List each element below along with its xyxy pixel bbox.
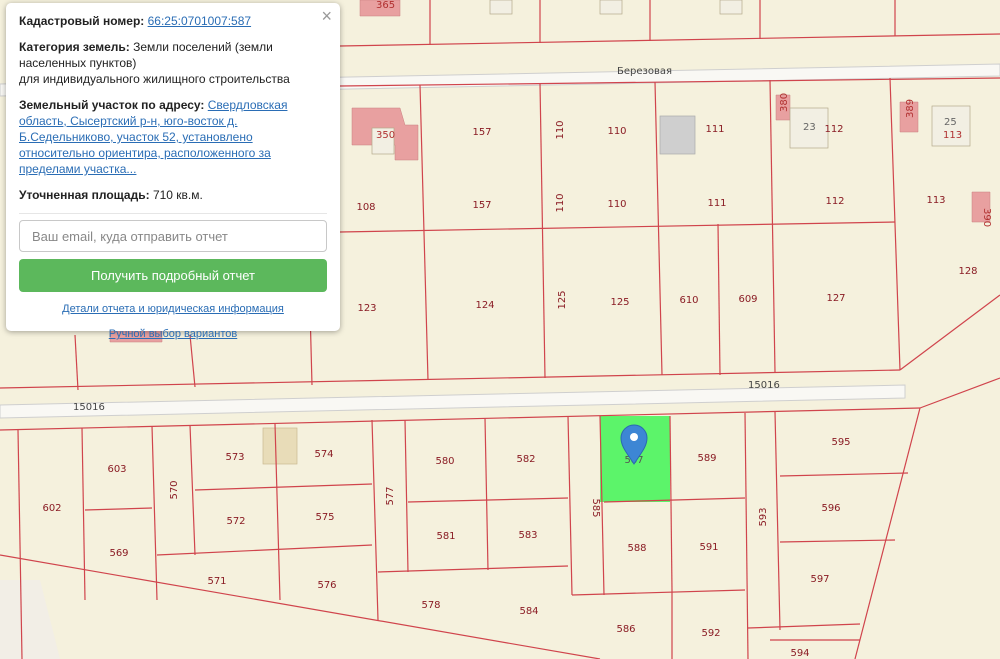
plot-label: 597 bbox=[810, 574, 829, 585]
plot-label: 124 bbox=[475, 300, 494, 311]
close-icon[interactable]: × bbox=[321, 7, 332, 25]
report-details-link[interactable]: Детали отчета и юридическая информация bbox=[62, 303, 284, 315]
plot-label: 577 bbox=[385, 486, 396, 505]
plot-label: 111 bbox=[705, 124, 724, 135]
area-row: Уточненная площадь: 710 кв.м. bbox=[19, 187, 327, 203]
road-label: Березовая bbox=[617, 66, 672, 77]
area-label: Уточненная площадь: bbox=[19, 188, 150, 202]
category-label: Категория земель: bbox=[19, 40, 130, 54]
plot-label: 113 bbox=[926, 195, 945, 206]
plot-label: 592 bbox=[701, 628, 720, 639]
plot-label: 595 bbox=[831, 437, 850, 448]
plot-label: 570 bbox=[169, 480, 180, 499]
plot-label: 596 bbox=[821, 503, 840, 514]
plot-label: 112 bbox=[824, 124, 843, 135]
plot-label: 110 bbox=[555, 120, 566, 139]
cadastral-row: Кадастровый номер: 66:25:0701007:587 bbox=[19, 13, 327, 29]
address-row: Земельный участок по адресу: Свердловска… bbox=[19, 97, 327, 177]
plot-label: 110 bbox=[607, 126, 626, 137]
plot-label: 573 bbox=[225, 452, 244, 463]
plot-label: 569 bbox=[109, 548, 128, 559]
plot-label: 585 bbox=[590, 498, 601, 517]
category-row: Категория земель: Земли поселений (земли… bbox=[19, 39, 327, 87]
building-label: 390 bbox=[981, 208, 992, 227]
plot-label: 586 bbox=[616, 624, 635, 635]
plot-label: 602 bbox=[42, 503, 61, 514]
plot-label: 123 bbox=[357, 303, 376, 314]
plot-label: 583 bbox=[518, 530, 537, 541]
plot-label: 111 bbox=[707, 198, 726, 209]
category-use: для индивидуального жилищного строительс… bbox=[19, 72, 290, 86]
plot-label: 112 bbox=[825, 196, 844, 207]
plot-label: 110 bbox=[555, 193, 566, 212]
building-label: 365 bbox=[376, 0, 395, 11]
building-label: 389 bbox=[905, 99, 916, 118]
cadastral-label: Кадастровый номер: bbox=[19, 14, 145, 28]
plot-label: 610 bbox=[679, 295, 698, 306]
plot-label: 108 bbox=[356, 202, 375, 213]
cadastral-number-link[interactable]: 66:25:0701007:587 bbox=[148, 14, 251, 28]
plot-label: 575 bbox=[315, 512, 334, 523]
building-label: 113 bbox=[943, 130, 962, 141]
plot-label: 125 bbox=[610, 297, 629, 308]
plot-label: 127 bbox=[826, 293, 845, 304]
plot-label: 110 bbox=[607, 199, 626, 210]
plot-label: 572 bbox=[226, 516, 245, 527]
plot-label: 589 bbox=[697, 453, 716, 464]
get-report-button[interactable]: Получить подробный отчет bbox=[19, 259, 327, 292]
building-label: 350 bbox=[376, 130, 395, 141]
plot-label: 593 bbox=[758, 507, 769, 526]
building-label: 380 bbox=[779, 93, 790, 112]
plot-label: 582 bbox=[516, 454, 535, 465]
plot-label: 584 bbox=[519, 606, 538, 617]
plot-label: 576 bbox=[317, 580, 336, 591]
plot-label: 591 bbox=[699, 542, 718, 553]
area-value: 710 кв.м. bbox=[152, 188, 203, 202]
plot-label: 574 bbox=[314, 449, 333, 460]
manual-selection-link[interactable]: Ручной выбор вариантов bbox=[109, 328, 237, 340]
building-label: 23 bbox=[803, 122, 816, 133]
plot-label: 588 bbox=[627, 543, 646, 554]
address-label: Земельный участок по адресу: bbox=[19, 98, 205, 112]
plot-label: 603 bbox=[107, 464, 126, 475]
plot-label: 571 bbox=[207, 576, 226, 587]
plot-label: 157 bbox=[472, 127, 491, 138]
divider bbox=[19, 213, 327, 214]
plot-label: 157 bbox=[472, 200, 491, 211]
road-label: 15016 bbox=[748, 380, 780, 391]
plot-label: 578 bbox=[421, 600, 440, 611]
parcel-info-popup: × Кадастровый номер: 66:25:0701007:587 К… bbox=[6, 3, 340, 340]
plot-label: 580 bbox=[435, 456, 454, 467]
road-label: 15016 bbox=[73, 402, 105, 413]
plot-label: 581 bbox=[436, 531, 455, 542]
plot-label: 128 bbox=[958, 266, 977, 277]
plot-label: 594 bbox=[790, 648, 809, 659]
plot-label: 125 bbox=[557, 290, 568, 309]
building-label: 25 bbox=[944, 117, 957, 128]
email-input[interactable] bbox=[19, 220, 327, 252]
plot-label: 609 bbox=[738, 294, 757, 305]
